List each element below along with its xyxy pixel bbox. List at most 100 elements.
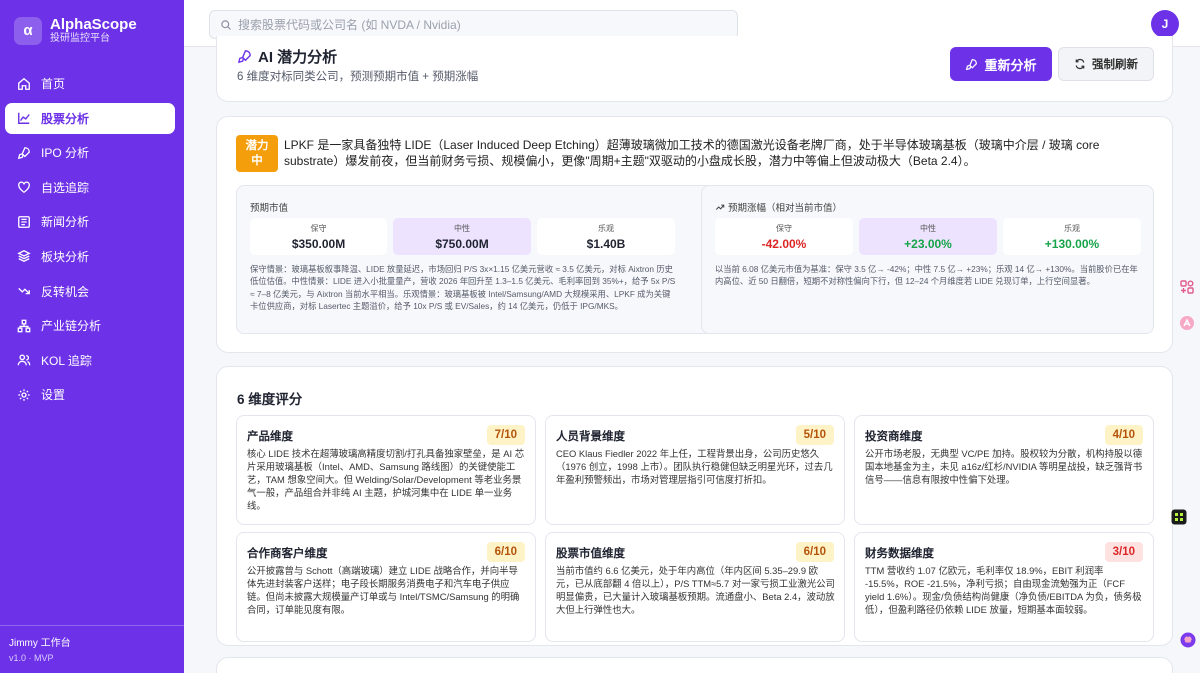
potential-badge: 潜力中: [236, 135, 278, 172]
heart-icon: [17, 180, 31, 194]
dimension-partners: 合作商客户维度 6/10 公开披露曾与 Schott（高端玻璃）建立 LIDE …: [236, 532, 536, 642]
gear-icon: [17, 388, 31, 402]
tile-label: 中性: [920, 224, 936, 233]
upside-panel: 预期涨幅（相对当前市值） 保守 -42.00% 中性 +23.00% 乐观 +1…: [701, 185, 1154, 334]
app-version: v1.0 · MVP: [9, 653, 54, 663]
tile-value: -42.00%: [761, 237, 807, 251]
dimension-text: CEO Klaus Fiedler 2022 年上任，工程背景出身，公司历史悠久…: [556, 448, 833, 485]
sidebar-item-home[interactable]: 首页: [5, 68, 175, 99]
sidebar-footer: Jimmy 工作台 v1.0 · MVP: [0, 625, 184, 673]
sidebar-item-label: 反转机会: [41, 284, 90, 299]
search-icon: [221, 19, 231, 30]
sidebar-item-supply-chain[interactable]: 产业链分析: [5, 310, 175, 341]
layers-icon: [17, 249, 31, 263]
tile-value: $1.40B: [586, 237, 626, 251]
force-refresh-button[interactable]: 强制刷新: [1058, 47, 1154, 81]
dimension-text: 公开市场老股，无典型 VC/PE 加持。股权较为分散，机构持股以德国本地基金为主…: [865, 448, 1143, 485]
dimension-market-cap: 股票市值维度 6/10 当前市值约 6.6 亿美元，处于年内高位（年内区间 5.…: [545, 532, 845, 642]
dimension-score: 3/10: [1104, 542, 1143, 562]
sidebar-item-label: 自选追踪: [41, 180, 90, 195]
dimension-text: 核心 LIDE 技术在超薄玻璃高精度切割/打孔具备独家壁垒，是 AI 芯片采用玻…: [247, 448, 525, 511]
tile-value: $750.00M: [435, 237, 489, 251]
upside-title: 预期涨幅（相对当前市值）: [728, 203, 843, 214]
tile-value: +130.00%: [1044, 237, 1100, 251]
dimension-score: 6/10: [795, 542, 834, 562]
upside-conservative: 保守 -42.00%: [715, 218, 853, 255]
market-cap-note: 保守情景：玻璃基板叙事降温、LIDE 放量延迟，市场回归 P/S 3x×1.15…: [250, 264, 676, 311]
dimension-scores-title: 6 维度评分: [237, 392, 303, 407]
dimension-score: 5/10: [795, 425, 834, 445]
tile-label: 保守: [776, 224, 792, 233]
sidebar-item-ipo[interactable]: IPO 分析: [5, 137, 175, 168]
chart-line-icon: [17, 111, 31, 125]
sidebar-item-kol[interactable]: KOL 追踪: [5, 345, 175, 376]
upside-neutral: 中性 +23.00%: [859, 218, 997, 255]
brand[interactable]: α AlphaScope 投研监控平台: [14, 16, 137, 45]
sidebar-item-label: 板块分析: [41, 249, 90, 264]
puzzle-icon[interactable]: [1177, 277, 1197, 297]
sidebar-item-label: 股票分析: [41, 111, 90, 126]
tile-label: 中性: [454, 224, 470, 233]
newspaper-icon: [17, 215, 31, 229]
rocket-icon: [17, 146, 31, 160]
sidebar-nav: 首页 股票分析 IPO 分析 自选追踪 新闻分析 板块分析 反转机会 产业链分析…: [5, 68, 175, 414]
sidebar-item-watchlist[interactable]: 自选追踪: [5, 172, 175, 203]
market-cap-optimistic: 乐观 $1.40B: [537, 218, 675, 255]
sidebar-item-label: 首页: [41, 77, 66, 91]
dimension-text: 公开披露曾与 Schott（高端玻璃）建立 LIDE 战略合作，并向半导体先进封…: [247, 565, 520, 615]
summary-card: 潜力中 LPKF 是一家具备独特 LIDE（Laser Induced Deep…: [216, 116, 1173, 353]
sidebar-item-label: KOL 追踪: [41, 353, 92, 368]
dimension-text: TTM 营收约 1.07 亿欧元，毛利率仅 18.9%，EBIT 利润率 -15…: [865, 565, 1142, 615]
avatar[interactable]: J: [1151, 10, 1179, 38]
network-icon: [17, 319, 31, 333]
tile-value: +23.00%: [904, 237, 952, 251]
dimension-product: 产品维度 7/10 核心 LIDE 技术在超薄玻璃高精度切割/打孔具备独家壁垒，…: [236, 415, 536, 525]
sidebar-item-stock-analysis[interactable]: 股票分析: [5, 102, 175, 134]
tile-label: 乐观: [598, 224, 614, 233]
dimension-score: 4/10: [1104, 425, 1143, 445]
sidebar-item-reversal[interactable]: 反转机会: [5, 276, 175, 307]
analysis-header: AI 潜力分析 6 维度对标同类公司，预测预期市值 + 预期涨幅 重新分析 强制…: [216, 36, 1173, 102]
market-cap-neutral: 中性 $750.00M: [393, 218, 531, 255]
search-box[interactable]: [209, 10, 738, 39]
dimension-text: 当前市值约 6.6 亿美元，处于年内高位（年内区间 5.35–29.9 欧元，已…: [556, 565, 835, 615]
workspace-name: Jimmy 工作台: [9, 638, 71, 649]
sidebar-item-label: 设置: [41, 388, 66, 403]
dimension-scores-card: 6 维度评分 产品维度 7/10 核心 LIDE 技术在超薄玻璃高精度切割/打孔…: [216, 366, 1173, 646]
tile-label: 保守: [310, 224, 327, 233]
brand-name: AlphaScope: [50, 16, 137, 33]
extension-icon[interactable]: [1169, 507, 1189, 527]
market-cap-title: 预期市值: [250, 203, 289, 214]
brand-logo: α: [14, 16, 42, 45]
market-cap-panel: 预期市值 保守 $350.00M 中性 $750.00M 乐观 $1.40B 保…: [236, 185, 717, 334]
dimension-score: 6/10: [486, 542, 525, 562]
users-icon: [17, 353, 31, 367]
home-icon: [17, 77, 31, 91]
page-subtitle: 6 维度对标同类公司，预测预期市值 + 预期涨幅: [237, 71, 479, 83]
reanalyze-button[interactable]: 重新分析: [950, 47, 1052, 81]
dimension-name: 合作商客户维度: [247, 548, 328, 560]
dimension-name: 投资商维度: [865, 431, 923, 443]
dimension-name: 股票市值维度: [556, 548, 625, 560]
rocket-icon: [966, 58, 978, 70]
dimension-financials: 财务数据维度 3/10 TTM 营收约 1.07 亿欧元，毛利率仅 18.9%，…: [854, 532, 1154, 642]
market-cap-conservative: 保守 $350.00M: [250, 218, 387, 255]
tile-value: $350.00M: [291, 237, 346, 251]
sidebar-item-label: 产业链分析: [41, 319, 102, 334]
rocket-icon: [237, 50, 251, 64]
page-title: AI 潜力分析: [258, 49, 338, 66]
upside-note: 以当前 6.08 亿美元市值为基准：保守 3.5 亿→ -42%；中性 7.5 …: [715, 264, 1138, 287]
brand-subtitle: 投研监控平台: [50, 33, 110, 44]
sidebar-item-news[interactable]: 新闻分析: [5, 206, 175, 237]
refresh-icon: [1075, 58, 1085, 70]
summary-text: LPKF 是一家具备独特 LIDE（Laser Induced Deep Etc…: [284, 138, 1100, 168]
dimension-name: 人员背景维度: [556, 431, 625, 443]
translate-icon[interactable]: [1177, 313, 1197, 333]
next-section-card: [216, 657, 1173, 673]
sidebar-item-settings[interactable]: 设置: [5, 379, 175, 410]
dimension-name: 产品维度: [247, 431, 293, 443]
brain-icon[interactable]: [1178, 630, 1198, 650]
sidebar-item-sectors[interactable]: 板块分析: [5, 241, 175, 272]
dimension-team: 人员背景维度 5/10 CEO Klaus Fiedler 2022 年上任，工…: [545, 415, 845, 525]
search-input[interactable]: [238, 17, 718, 32]
